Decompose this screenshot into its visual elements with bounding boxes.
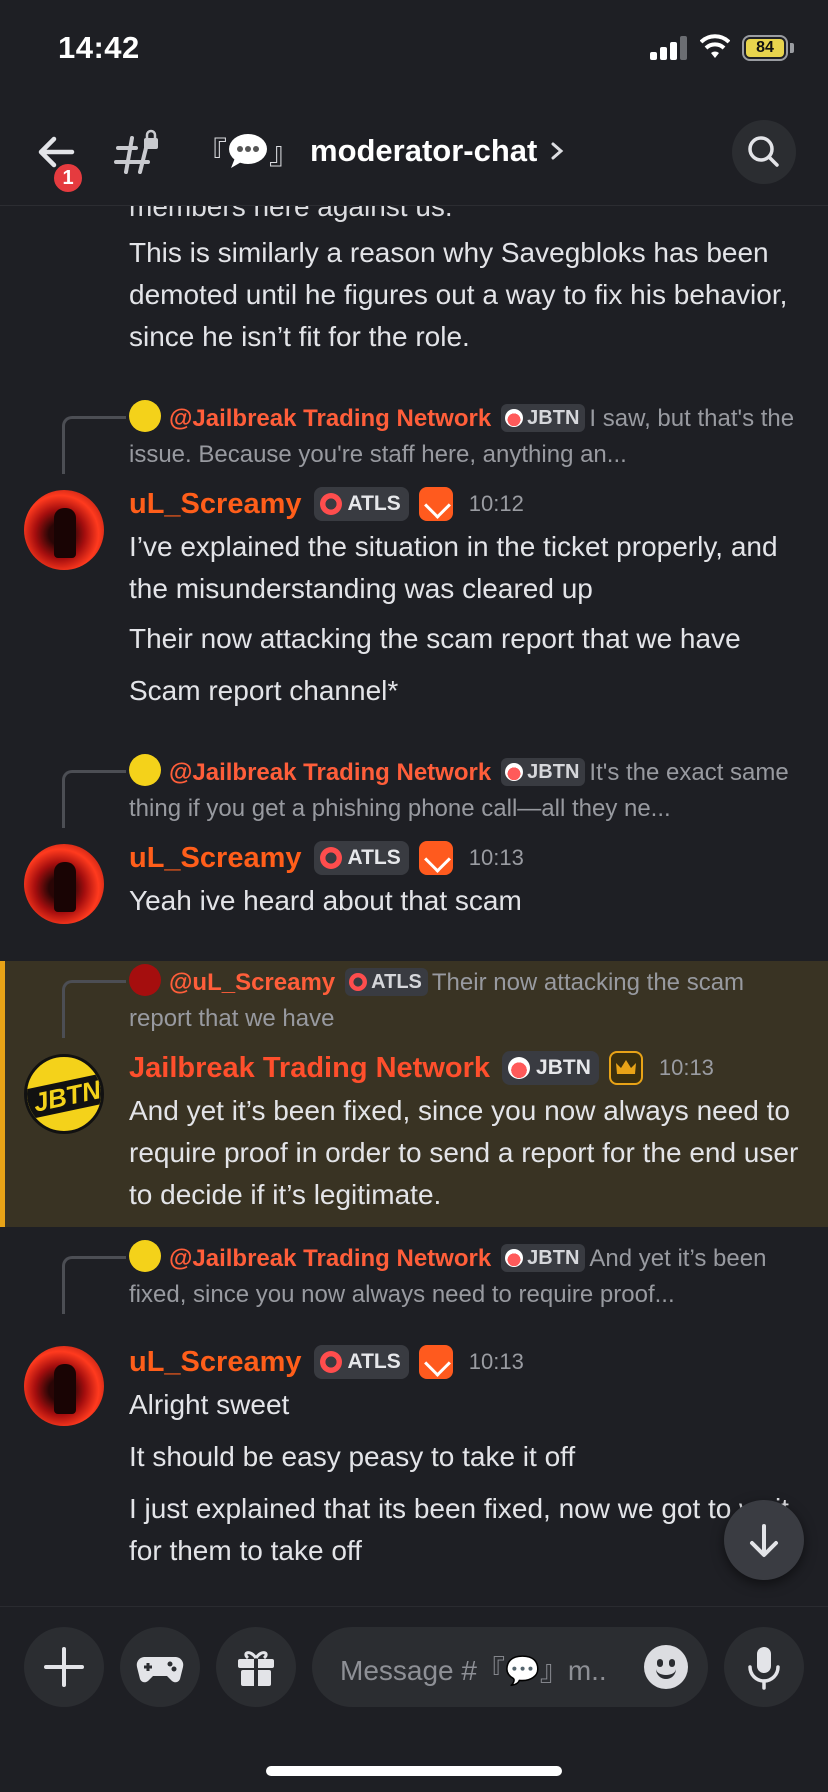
arrow-down-icon: [750, 1524, 778, 1557]
crown-badge-icon: [608, 1051, 643, 1085]
gamepad-icon: [136, 1657, 184, 1683]
title-bracket-left: 『: [196, 136, 227, 171]
message-header: uL_Screamy ATLS 10:12: [129, 482, 524, 526]
timestamp: 10:13: [658, 1055, 714, 1080]
unread-badge: 1: [52, 162, 84, 194]
reply-role-tag: JBTN: [501, 404, 586, 432]
message-text: I just explained that its been fixed, no…: [129, 1493, 789, 1566]
avatar[interactable]: [24, 490, 104, 570]
reply-author: @Jailbreak Trading Network: [169, 759, 492, 786]
message-input[interactable]: Message #『💬』m..: [312, 1627, 708, 1707]
cellular-signal-icon: [650, 36, 690, 60]
jbtn-role-icon: [508, 1057, 531, 1079]
status-bar: 14:42 84: [0, 0, 828, 100]
message-text: Scam report channel*: [129, 675, 399, 706]
message-text: members here against us.: [129, 206, 453, 222]
reply-connector: [62, 770, 126, 828]
jump-to-present-button[interactable]: [724, 1500, 804, 1580]
reply-connector: [62, 1256, 126, 1314]
reply-role-tag: JBTN: [501, 758, 586, 786]
speech-bubble-icon: [229, 133, 267, 168]
timestamp: 10:13: [468, 1349, 524, 1374]
message-composer: Message #『💬』m..: [0, 1606, 828, 1792]
battery-level: 84: [746, 39, 784, 57]
atls-role-icon: [319, 847, 342, 869]
battery-icon: 84: [742, 35, 788, 61]
channel-header: 1 『 』 moderator-chat: [0, 100, 828, 206]
avatar-logo: JBTN: [27, 1073, 101, 1119]
message-text: I’ve explained the situation in the tick…: [129, 531, 778, 604]
role-tag: ATLS: [313, 487, 409, 521]
activities-button[interactable]: [120, 1627, 200, 1707]
role-tag: JBTN: [502, 1051, 599, 1085]
reply-preview[interactable]: @uL_Screamy ATLS Their now attacking the s…: [129, 964, 809, 1037]
author-name[interactable]: uL_Screamy: [129, 488, 302, 521]
reply-connector: [62, 980, 126, 1038]
message-header: Jailbreak Trading Network JBTN 10:13: [129, 1046, 714, 1090]
jbtn-role-icon: [505, 763, 524, 781]
role-tag: ATLS: [313, 1345, 409, 1379]
reply-avatar: [129, 754, 161, 786]
avatar[interactable]: [24, 1346, 104, 1426]
author-name[interactable]: Jailbreak Trading Network: [129, 1052, 490, 1085]
message-list[interactable]: members here against us. This is similar…: [0, 206, 828, 1606]
channel-title[interactable]: 『 』 moderator-chat: [196, 128, 567, 173]
channel-lock-icon: [114, 129, 158, 174]
reply-author: @Jailbreak Trading Network: [169, 1245, 492, 1272]
home-indicator: [266, 1766, 562, 1776]
reply-avatar: [129, 1240, 161, 1272]
emoji-icon[interactable]: [644, 1645, 688, 1689]
avatar[interactable]: JBTN: [24, 1054, 104, 1134]
chevron-right-icon: [551, 142, 564, 159]
reply-connector: [62, 416, 126, 474]
reply-author: @Jailbreak Trading Network: [169, 405, 492, 432]
atls-role-icon: [319, 1351, 342, 1373]
channel-name: moderator-chat: [310, 132, 538, 168]
message-input-placeholder: Message #『💬』m..: [340, 1655, 607, 1686]
message-text: Their now attacking the scam report that…: [129, 623, 741, 654]
attach-button[interactable]: [24, 1627, 104, 1707]
reply-role-tag: JBTN: [501, 1244, 586, 1272]
atls-role-icon: [319, 493, 342, 515]
plus-icon: [44, 1647, 84, 1687]
reply-preview[interactable]: @Jailbreak Trading Network JBTN And yet it…: [129, 1240, 809, 1313]
author-name[interactable]: uL_Screamy: [129, 1346, 302, 1379]
wifi-icon: [700, 34, 730, 58]
message-header: uL_Screamy ATLS 10:13: [129, 836, 524, 880]
rank-badge-icon: [418, 841, 453, 875]
reply-avatar: [129, 400, 161, 432]
rank-badge-icon: [418, 487, 453, 521]
battery-cap: [790, 43, 794, 53]
reply-role-tag: ATLS: [345, 968, 428, 996]
title-bracket-right: 』: [269, 136, 300, 171]
avatar[interactable]: [24, 844, 104, 924]
role-tag: ATLS: [313, 841, 409, 875]
search-icon: [748, 136, 779, 167]
timestamp: 10:13: [468, 845, 524, 870]
gift-button[interactable]: [216, 1627, 296, 1707]
message-header: uL_Screamy ATLS 10:13: [129, 1340, 524, 1384]
message-text: Alright sweet: [129, 1389, 290, 1420]
message-text: And yet it’s been fixed, since you now a…: [129, 1095, 799, 1210]
atls-role-icon: [349, 973, 368, 991]
jbtn-role-icon: [505, 409, 524, 427]
author-name[interactable]: uL_Screamy: [129, 842, 302, 875]
voice-message-button[interactable]: [724, 1627, 804, 1707]
search-button[interactable]: [732, 120, 796, 184]
message-text: This is similarly a reason why Savegblok…: [129, 237, 788, 352]
microphone-icon: [748, 1647, 780, 1690]
reply-avatar: [129, 964, 161, 996]
rank-badge-icon: [418, 1345, 453, 1379]
status-time: 14:42: [58, 30, 140, 65]
reply-preview[interactable]: @Jailbreak Trading Network JBTN It's the e…: [129, 754, 809, 827]
reply-preview[interactable]: @Jailbreak Trading Network JBTN I saw, but…: [129, 400, 809, 473]
message-text: Yeah ive heard about that scam: [129, 885, 522, 916]
timestamp: 10:12: [468, 491, 524, 516]
jbtn-role-icon: [505, 1249, 524, 1267]
gift-icon: [238, 1651, 274, 1686]
reply-author: @uL_Screamy: [169, 969, 336, 996]
message-text: It should be easy peasy to take it off: [129, 1441, 576, 1472]
